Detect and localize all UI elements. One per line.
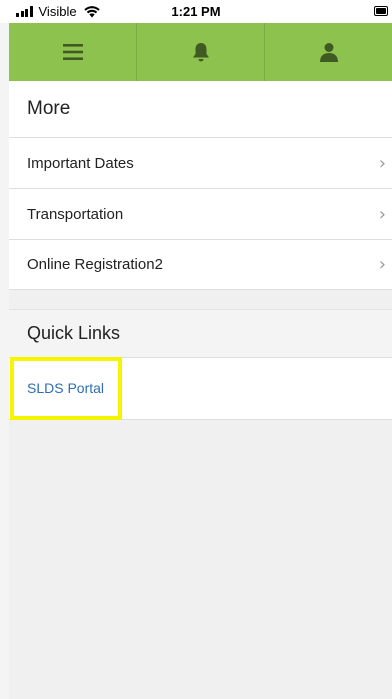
content-area: More Important Dates › Transportation › … bbox=[9, 81, 392, 699]
quick-links-title: Quick Links bbox=[9, 309, 392, 357]
status-time: 1:21 PM bbox=[171, 4, 221, 19]
top-navbar bbox=[9, 23, 392, 81]
slds-portal-link[interactable]: SLDS Portal bbox=[27, 380, 104, 396]
chevron-right-icon: › bbox=[378, 254, 386, 275]
bell-icon bbox=[192, 43, 209, 62]
profile-button[interactable] bbox=[265, 23, 392, 81]
menu-button[interactable] bbox=[9, 23, 137, 81]
chevron-right-icon: › bbox=[378, 203, 386, 225]
left-edge bbox=[0, 23, 9, 699]
notifications-button[interactable] bbox=[137, 23, 265, 81]
user-icon bbox=[319, 43, 338, 62]
quick-link-row: SLDS Portal bbox=[9, 357, 392, 420]
section-gap bbox=[9, 290, 392, 309]
list-item-label: Online Registration2 bbox=[27, 256, 163, 273]
chevron-right-icon: › bbox=[378, 152, 386, 174]
list-item-label: Transportation bbox=[27, 205, 124, 223]
battery-icon bbox=[374, 6, 388, 16]
list-item-online-registration[interactable]: Online Registration2 › bbox=[9, 239, 392, 290]
list-item-label: Important Dates bbox=[27, 154, 134, 172]
list-item-important-dates[interactable]: Important Dates › bbox=[9, 137, 392, 188]
status-bar: Visible 1:21 PM bbox=[0, 0, 392, 23]
menu-icon bbox=[62, 44, 83, 60]
list-item-transportation[interactable]: Transportation › bbox=[9, 188, 392, 239]
more-section-title: More bbox=[9, 81, 392, 137]
more-list: Important Dates › Transportation › Onlin… bbox=[9, 137, 392, 290]
